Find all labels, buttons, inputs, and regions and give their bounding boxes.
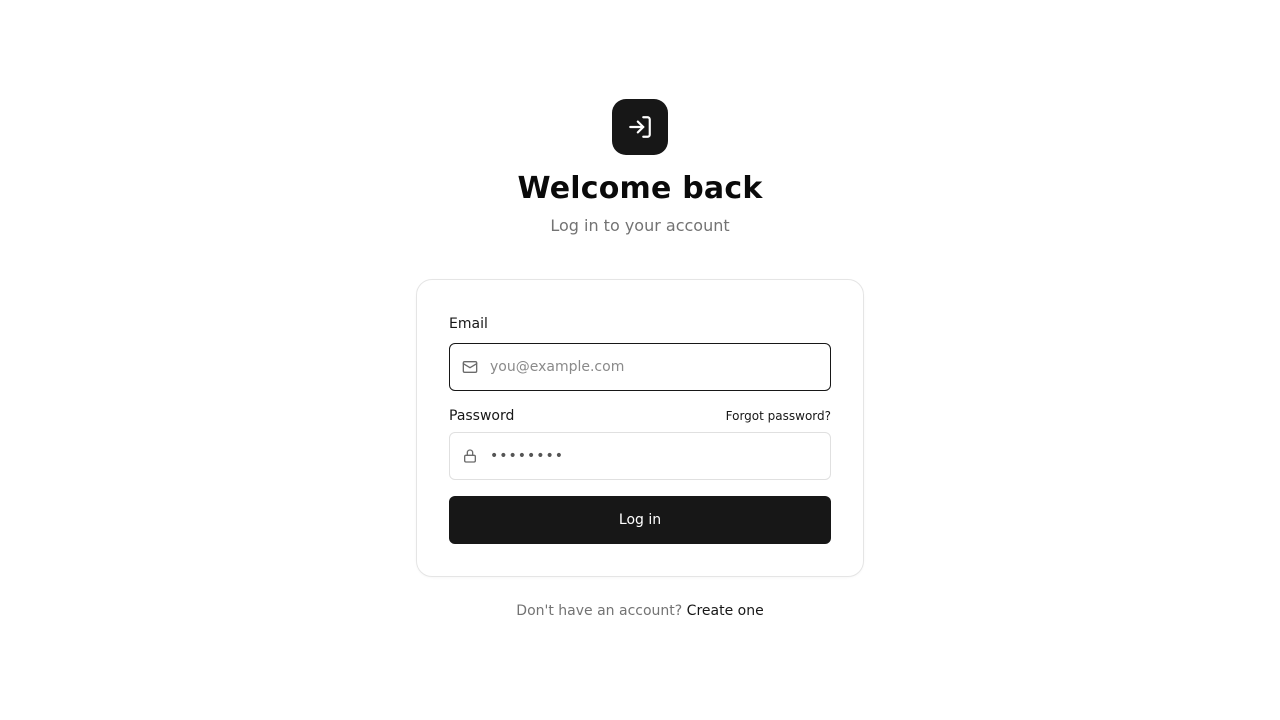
signup-prompt: Don't have an account? Create one [0,602,1280,620]
login-card: Email Password Forgot password? Log in [416,279,864,577]
password-field[interactable] [449,432,831,480]
lock-icon [462,448,478,464]
password-input[interactable] [490,433,820,479]
forgot-password-link[interactable]: Forgot password? [726,408,831,424]
login-page: Welcome back Log in to your account Emai… [0,0,1280,720]
email-input[interactable] [490,344,820,390]
login-button[interactable]: Log in [449,496,831,544]
create-account-link[interactable]: Create one [687,603,764,619]
page-title: Welcome back [517,171,763,206]
email-label: Email [449,316,488,332]
email-field[interactable] [449,343,831,391]
signup-prompt-text: Don't have an account? [516,603,683,619]
mail-icon [462,359,478,375]
page-subtitle: Log in to your account [550,216,730,235]
login-arrow-icon [612,99,668,155]
password-label: Password [449,408,515,424]
